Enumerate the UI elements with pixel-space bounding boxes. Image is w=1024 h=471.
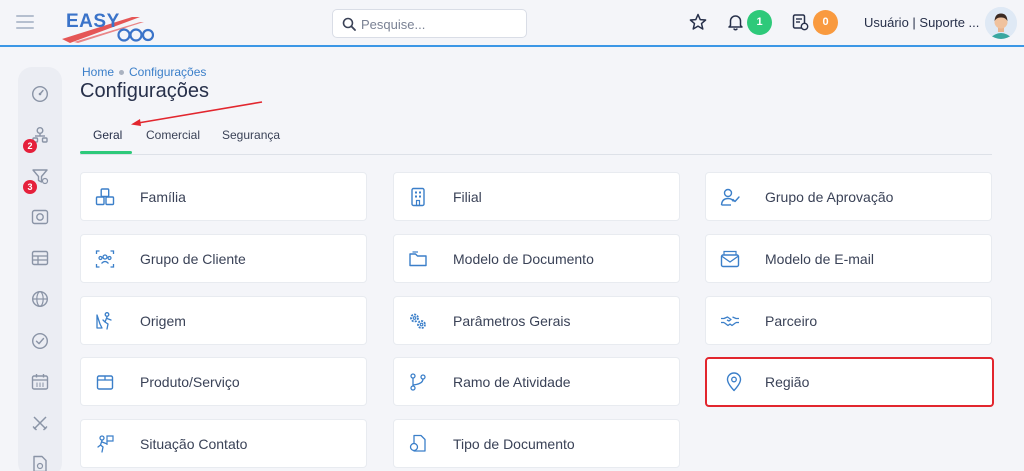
config-card-label: Situação Contato [140,436,248,452]
tab-comercial[interactable]: Comercial [146,128,200,142]
config-card-label: Parceiro [765,313,818,329]
users-group-icon [95,250,115,268]
user-check-icon [720,188,740,206]
config-card-label: Origem [140,313,186,329]
dashboard-gauge-icon[interactable] [31,85,49,103]
document-icon[interactable] [31,455,49,471]
config-card-label: Tipo de Documento [453,436,575,452]
table-icon[interactable] [31,249,49,267]
active-tab-indicator [80,151,132,154]
check-circle-icon[interactable] [31,332,49,350]
config-card-label: Família [140,189,186,205]
config-card-tipo-de-documento[interactable]: Tipo de Documento [393,419,680,468]
tab-bar: Geral Comercial Segurança [80,121,992,155]
top-header: EASY 1 0 Usuário | Suporte ... [0,0,1024,47]
tasks-badge[interactable]: 0 [813,10,838,35]
config-card-label: Parâmetros Gerais [453,313,571,329]
contact-status-icon [97,435,114,453]
avatar[interactable] [985,7,1017,39]
breadcrumb-current[interactable]: Configurações [129,65,206,79]
config-card-label: Modelo de Documento [453,251,594,267]
hamburger-menu-icon[interactable] [16,15,34,29]
config-card-modelo-de-email[interactable]: Modelo de E-mail [705,234,992,283]
breadcrumb-home-link[interactable]: Home [82,65,114,79]
origin-icon [96,312,112,330]
logo-text: EASY [66,11,120,32]
tasks-icon[interactable] [792,13,809,31]
config-card-label: Modelo de E-mail [765,251,874,267]
logo[interactable]: EASY [62,9,155,43]
handshake-icon [721,316,739,327]
config-card-label: Grupo de Aprovação [765,189,894,205]
search-input[interactable] [361,14,521,34]
config-card-ramo-de-atividade[interactable]: Ramo de Atividade [393,357,680,406]
bell-icon[interactable] [727,13,744,31]
map-pin-icon [726,372,742,392]
camera-box-icon[interactable] [31,208,49,226]
config-card-label: Grupo de Cliente [140,251,246,267]
boxes-icon [95,188,115,206]
star-icon[interactable] [689,13,707,31]
config-card-label: Ramo de Atividade [453,374,571,390]
crossed-swords-icon[interactable] [31,414,49,432]
config-card-parceiro[interactable]: Parceiro [705,296,992,345]
config-card-label: Produto/Serviço [140,374,240,390]
gears-icon [410,313,426,329]
document-type-icon [409,434,426,452]
building-icon [411,187,425,207]
globe-icon[interactable] [31,290,49,308]
sidebar-badge: 3 [23,180,37,194]
breadcrumb: Home Configurações [82,65,206,79]
tab-seguranca[interactable]: Segurança [222,128,280,142]
user-menu[interactable]: Usuário | Suporte ... [864,15,979,30]
tab-geral[interactable]: Geral [93,128,122,142]
sidebar: 2 3 [18,67,62,471]
config-card-origem[interactable]: Origem [80,296,367,345]
branch-icon [410,373,426,391]
config-card-situacao-contato[interactable]: Situação Contato [80,419,367,468]
sidebar-badge: 2 [23,139,37,153]
calendar-icon[interactable] [31,373,49,391]
search-box [332,9,527,38]
config-card-parametros-gerais[interactable]: Parâmetros Gerais [393,296,680,345]
notifications-badge[interactable]: 1 [747,10,772,35]
config-card-modelo-de-documento[interactable]: Modelo de Documento [393,234,680,283]
config-card-filial[interactable]: Filial [393,172,680,221]
box-icon [96,375,114,390]
config-card-grupo-de-cliente[interactable]: Grupo de Cliente [80,234,367,283]
mail-icon [720,250,740,268]
folder-icon [409,251,427,267]
user-avatar-icon [985,7,1017,39]
config-card-label: Região [765,374,810,390]
config-card-label: Filial [453,189,482,205]
config-card-grupo-de-aprovacao[interactable]: Grupo de Aprovação [705,172,992,221]
search-icon [342,17,356,31]
config-card-produto-servico[interactable]: Produto/Serviço [80,357,367,406]
config-card-regiao[interactable]: Região [705,357,994,407]
config-card-familia[interactable]: Família [80,172,367,221]
